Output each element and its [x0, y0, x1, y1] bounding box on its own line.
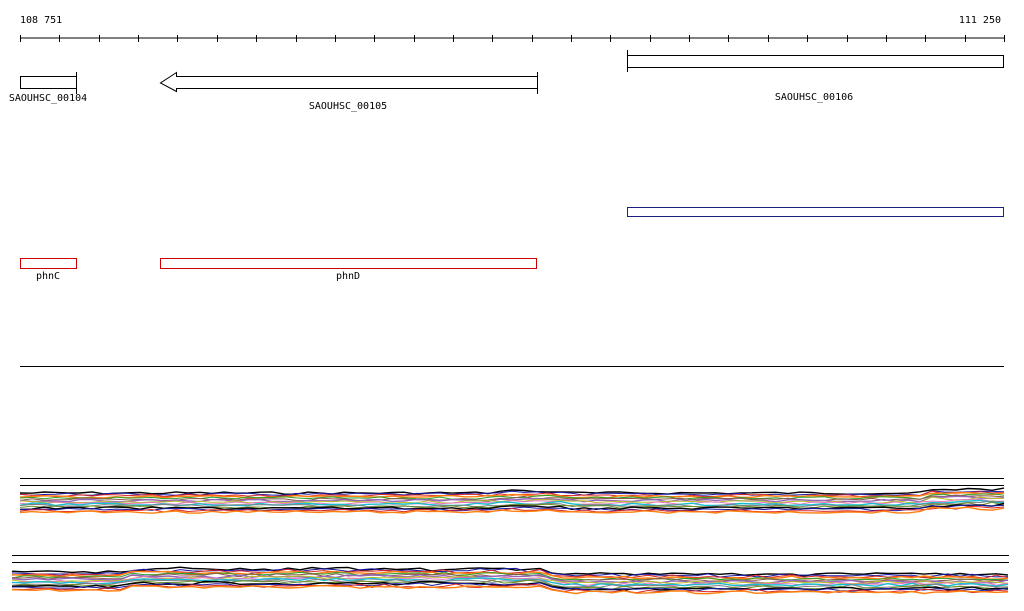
named-feature-track: phnC phnD — [20, 258, 537, 283]
coverage-trace-line — [11, 584, 1009, 595]
coverage-traces-2 — [11, 566, 1009, 595]
coverage-traces-1 — [19, 487, 1005, 514]
gene-SAOUHSC_00104[interactable]: SAOUHSC_00104 — [9, 72, 87, 104]
gene-arrow-reverse[interactable] — [159, 71, 538, 93]
coordinate-ruler: 108 751 111 250 — [20, 15, 1005, 42]
ruler-start-label: 108 751 — [20, 15, 62, 26]
ruler-end-label: 111 250 — [959, 15, 1001, 26]
gene-box[interactable] — [20, 76, 77, 89]
coverage-track-1 — [19, 478, 1005, 514]
gene-label: SAOUHSC_00106 — [775, 92, 853, 103]
gene-SAOUHSC_00105[interactable]: SAOUHSC_00105 — [159, 71, 538, 112]
gene-box[interactable] — [627, 55, 1004, 68]
gene-track: SAOUHSC_00104 SAOUHSC_00105 SAOUHSC_0010… — [9, 50, 1004, 112]
feature-label: phnD — [336, 271, 360, 282]
gene-label: SAOUHSC_00105 — [309, 101, 387, 112]
feature-phnC[interactable]: phnC — [20, 258, 77, 283]
feature-label: phnC — [36, 271, 60, 282]
annotation-track — [627, 207, 1004, 217]
feature-phnD[interactable]: phnD — [160, 258, 537, 283]
feature-box[interactable] — [160, 258, 537, 269]
gene-label: SAOUHSC_00104 — [9, 93, 87, 104]
feature-box[interactable] — [20, 258, 77, 269]
genome-browser-canvas: 108 751 111 250 SAOUHSC_00104 SAOUHSC_00… — [9, 15, 1009, 595]
coverage-track-2 — [11, 555, 1009, 595]
gene-SAOUHSC_00106[interactable]: SAOUHSC_00106 — [627, 50, 1004, 103]
annotation-feature-box[interactable] — [627, 207, 1004, 217]
